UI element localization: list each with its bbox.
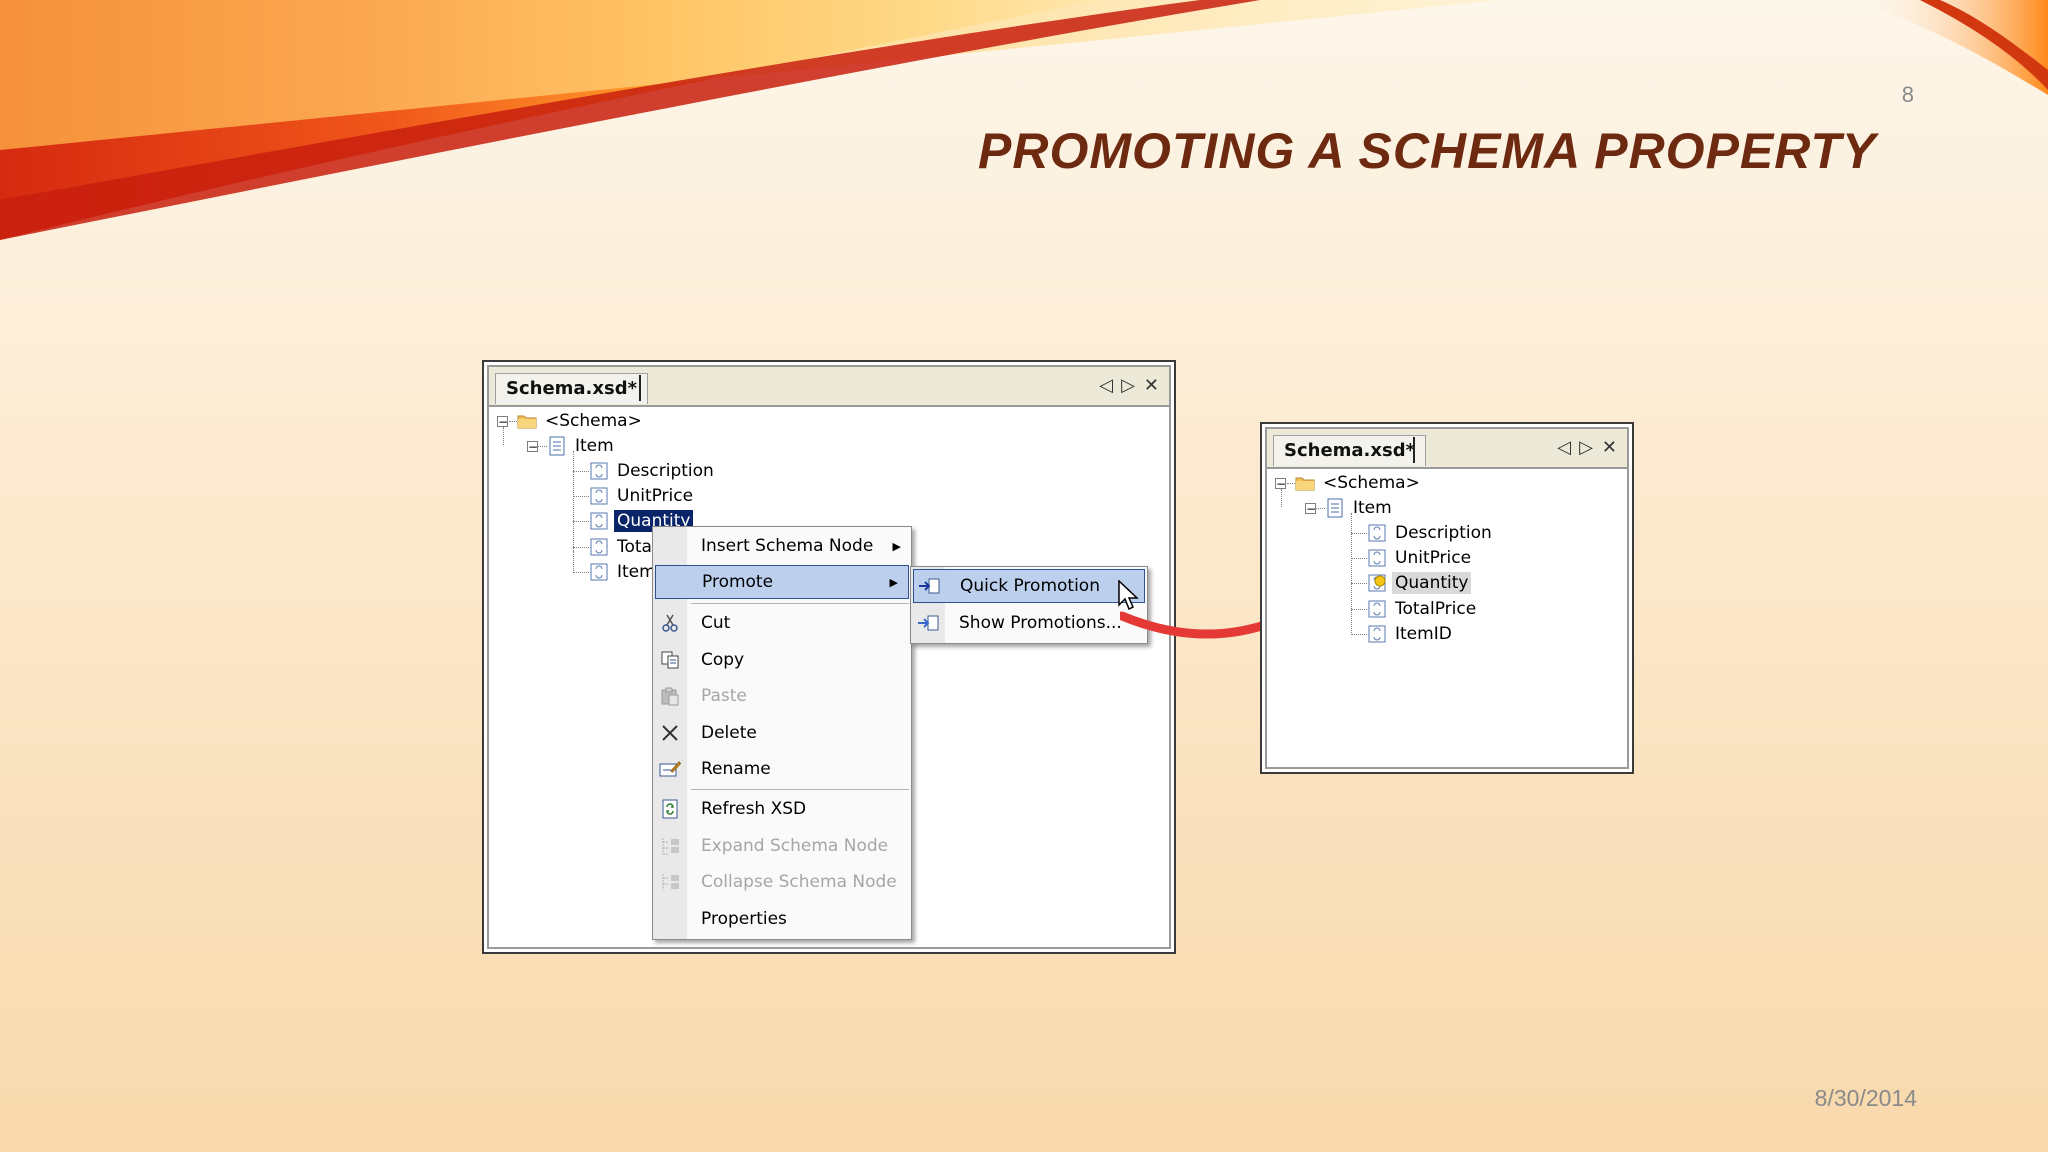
document-tab-bar: Schema.xsd* ◁ ▷ ✕ — [1267, 429, 1627, 469]
page-number: 8 — [1901, 82, 1914, 107]
scissors-icon — [658, 611, 682, 635]
menu-item-cut[interactable]: Cut — [653, 606, 911, 640]
collapse-root-icon[interactable]: − — [1275, 478, 1286, 490]
tree-node-unitprice[interactable]: UnitPrice — [1367, 546, 1474, 570]
close-icon[interactable]: ✕ — [1602, 437, 1617, 459]
menu-separator — [691, 603, 909, 604]
tree-node-itemid[interactable]: ItemID — [1367, 622, 1455, 646]
close-icon[interactable]: ✕ — [1144, 375, 1159, 397]
scroll-left-icon[interactable]: ◁ — [1099, 375, 1113, 397]
field-element-icon — [590, 487, 608, 505]
tab-separator — [639, 375, 641, 401]
collapse-tree-icon — [658, 870, 682, 894]
field-element-icon — [590, 462, 608, 480]
tree-node-unitprice[interactable]: UnitPrice — [589, 484, 696, 508]
collapse-item-icon[interactable]: − — [527, 441, 538, 453]
scroll-right-icon[interactable]: ▷ — [1579, 437, 1593, 459]
tree-node-root[interactable]: <Schema> — [1295, 471, 1423, 495]
menu-item-quick-promotion[interactable]: Quick Promotion — [913, 569, 1145, 603]
tree-node-item[interactable]: Item — [547, 434, 617, 458]
slide-title: PROMOTING A SCHEMA PROPERTY — [978, 123, 1877, 179]
context-menu: Insert Schema Node ▶ Promote ▶ Cut Copy … — [652, 526, 912, 940]
copy-icon — [658, 648, 682, 672]
tree-node-itemid[interactable]: Item — [589, 560, 659, 584]
promote-arrow-icon — [917, 574, 941, 598]
field-element-icon — [590, 512, 608, 530]
collapse-item-icon[interactable]: − — [1305, 503, 1316, 515]
folder-icon — [517, 415, 537, 429]
tree-node-totalprice[interactable]: TotalPrice — [1367, 597, 1479, 621]
scroll-left-icon[interactable]: ◁ — [1557, 437, 1571, 459]
menu-item-promote[interactable]: Promote ▶ — [655, 565, 909, 599]
record-icon — [1327, 498, 1343, 518]
tree-node-description[interactable]: Description — [1367, 521, 1495, 545]
menu-item-expand-schema-node[interactable]: Expand Schema Node — [653, 829, 911, 863]
paste-icon — [658, 684, 682, 708]
promote-submenu: Quick Promotion Show Promotions... — [910, 566, 1148, 644]
rename-icon — [658, 757, 682, 781]
expand-tree-icon — [658, 834, 682, 858]
menu-item-insert-schema-node[interactable]: Insert Schema Node ▶ — [653, 529, 911, 563]
slide-date: 8/30/2014 — [1814, 1085, 1917, 1111]
field-element-icon — [1368, 600, 1386, 618]
right-schema-window: Schema.xsd* ◁ ▷ ✕ − <Schema> − Item Desc… — [1260, 422, 1634, 774]
menu-item-properties[interactable]: Properties — [653, 902, 911, 936]
tree-node-quantity[interactable]: Quantity — [1367, 571, 1472, 595]
document-tab-bar: Schema.xsd* ◁ ▷ ✕ — [489, 367, 1169, 407]
field-element-icon — [1368, 524, 1386, 542]
submenu-arrow-icon: ▶ — [892, 539, 901, 553]
menu-item-delete[interactable]: Delete — [653, 716, 911, 750]
tab-separator — [1413, 437, 1415, 463]
submenu-arrow-icon: ▶ — [889, 575, 898, 589]
menu-item-rename[interactable]: Rename — [653, 752, 911, 786]
menu-separator — [691, 789, 909, 790]
menu-item-show-promotions[interactable]: Show Promotions... — [911, 606, 1147, 640]
menu-item-refresh-xsd[interactable]: Refresh XSD — [653, 792, 911, 826]
field-element-icon — [590, 538, 608, 556]
schema-tree: − <Schema> − Item Description UnitPrice … — [1267, 473, 1627, 767]
promoted-property-icon — [1368, 574, 1386, 592]
field-element-icon — [1368, 625, 1386, 643]
collapse-root-icon[interactable]: − — [497, 416, 508, 428]
tree-node-item[interactable]: Item — [1325, 496, 1395, 520]
menu-item-copy[interactable]: Copy — [653, 643, 911, 677]
menu-item-collapse-schema-node[interactable]: Collapse Schema Node — [653, 865, 911, 899]
folder-icon — [1295, 477, 1315, 491]
tree-node-description[interactable]: Description — [589, 459, 717, 483]
document-tab[interactable]: Schema.xsd* — [1273, 435, 1427, 466]
tree-node-root[interactable]: <Schema> — [517, 409, 645, 433]
field-element-icon — [590, 563, 608, 581]
menu-item-paste[interactable]: Paste — [653, 679, 911, 713]
field-element-icon — [1368, 549, 1386, 567]
scroll-right-icon[interactable]: ▷ — [1121, 375, 1135, 397]
record-icon — [549, 436, 565, 456]
delete-x-icon — [658, 721, 682, 745]
tree-node-totalprice[interactable]: Tota — [589, 535, 655, 559]
document-tab[interactable]: Schema.xsd* — [495, 373, 649, 404]
refresh-icon — [658, 797, 682, 821]
promotions-list-icon — [916, 611, 940, 635]
